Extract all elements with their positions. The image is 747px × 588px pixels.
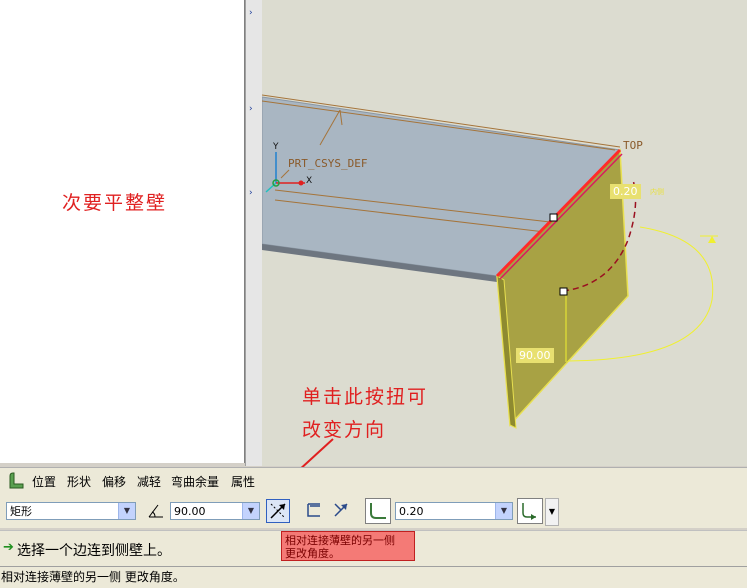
tab-relief[interactable]: 减轻 bbox=[137, 473, 161, 490]
chevron-down-icon[interactable]: ▼ bbox=[545, 498, 559, 526]
tab-bend-allowance[interactable]: 弯曲余量 bbox=[171, 473, 219, 490]
axis-y-label: Y bbox=[273, 142, 279, 152]
expand-arrow-icon[interactable]: › bbox=[249, 104, 253, 114]
sheetmetal-icon bbox=[6, 472, 26, 490]
dashboard-tabs: 位置 形状 偏移 减轻 弯曲余量 属性 bbox=[0, 467, 747, 494]
tooltip: 相对连接薄壁的另一侧 更改角度。 bbox=[281, 531, 415, 561]
edge-handle bbox=[549, 213, 558, 222]
chevron-down-icon[interactable]: ▼ bbox=[242, 503, 259, 519]
expand-arrow-icon[interactable]: › bbox=[249, 8, 253, 18]
chevron-down-icon[interactable]: ▼ bbox=[118, 503, 135, 519]
message-arrow-icon: ➔ bbox=[3, 540, 14, 555]
angle-select-value: 90.00 bbox=[174, 505, 206, 518]
status-bar: 相对连接薄壁的另一侧 更改角度。 bbox=[0, 566, 747, 588]
csys-label: PRT_CSYS_DEF bbox=[288, 157, 368, 170]
flip-annotation-line1: 单击此按扭可 bbox=[302, 386, 429, 408]
tooltip-line1: 相对连接薄壁的另一侧 bbox=[285, 534, 395, 547]
chevron-down-icon[interactable]: ▼ bbox=[495, 503, 512, 519]
tooltip-line2: 更改角度。 bbox=[285, 547, 340, 560]
message-text: 选择一个边连到侧壁上。 bbox=[17, 543, 171, 559]
angle-dimension[interactable]: 90.00 bbox=[516, 348, 554, 363]
bend-side-button[interactable] bbox=[517, 498, 543, 524]
flip-angle-button[interactable] bbox=[266, 499, 290, 523]
thickness-dimension-value: 0.20 bbox=[613, 185, 638, 198]
secondary-wall-annotation: 次要平整壁 bbox=[62, 192, 168, 214]
panel-splitter[interactable]: › › › bbox=[245, 0, 263, 466]
expand-arrow-icon[interactable]: › bbox=[249, 188, 253, 198]
shape-select-value: 矩形 bbox=[10, 505, 32, 518]
top-plane-label: TOP bbox=[623, 139, 643, 152]
graphics-viewport[interactable]: PRT_CSYS_DEF Y X TOP 0.20 内侧 90.00 单击此按扭… bbox=[262, 0, 747, 466]
drag-handle bbox=[559, 287, 568, 296]
axis-x-label: X bbox=[306, 176, 313, 186]
thickness-side-label: 内侧 bbox=[650, 188, 664, 196]
angle-icon bbox=[146, 502, 166, 520]
thickness-dimension[interactable]: 0.20 bbox=[610, 184, 641, 199]
dashboard-toolbar: 矩形 ▼ 90.00 ▼ 0.20 ▼ ▼ bbox=[0, 494, 747, 528]
thickness-select[interactable]: 0.20 ▼ bbox=[395, 502, 513, 520]
tab-offset[interactable]: 偏移 bbox=[102, 473, 126, 490]
angle-select[interactable]: 90.00 ▼ bbox=[170, 502, 260, 520]
flip-direction-button[interactable] bbox=[330, 499, 354, 523]
tab-shape[interactable]: 形状 bbox=[67, 473, 91, 490]
tab-placement[interactable]: 位置 bbox=[32, 473, 56, 490]
angle-dimension-value: 90.00 bbox=[519, 349, 551, 362]
status-text: 相对连接薄壁的另一侧 更改角度。 bbox=[1, 570, 185, 584]
bend-radius-button[interactable] bbox=[365, 498, 391, 524]
thickness-side-button[interactable] bbox=[303, 499, 327, 523]
thickness-select-value: 0.20 bbox=[399, 505, 424, 518]
model-tree-panel: 次要平整壁 bbox=[0, 0, 245, 463]
shape-select[interactable]: 矩形 ▼ bbox=[6, 502, 136, 520]
tab-properties[interactable]: 属性 bbox=[231, 473, 255, 490]
